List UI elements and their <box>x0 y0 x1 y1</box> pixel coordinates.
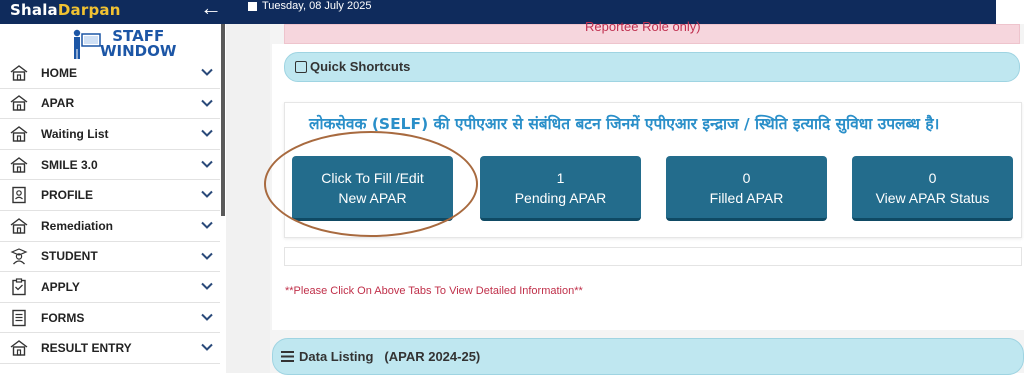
status-label: View APAR Status <box>875 190 990 206</box>
sidebar-item-label: Remediation <box>41 218 114 233</box>
chevron-down-icon[interactable] <box>200 218 214 232</box>
quick-shortcuts-header[interactable]: Quick Shortcuts <box>284 52 1020 82</box>
brand-logo-text[interactable]: ShalaDarpan <box>10 1 121 19</box>
button-line1: Click To Fill /Edit <box>321 170 424 186</box>
student-icon <box>9 246 29 266</box>
status-count: 0 <box>928 170 937 186</box>
brand-part1: Shala <box>10 1 58 19</box>
chevron-down-icon[interactable] <box>200 249 214 263</box>
apar-description-hindi: लोकसेवक (SELF) की एपीएआर से संबंधित बटन … <box>309 115 940 133</box>
notice-strip: Reportee Role only) <box>284 19 1020 44</box>
filled-apar-button[interactable]: 0 Filled APAR <box>666 156 827 221</box>
sidebar-scrollbar[interactable] <box>221 24 225 216</box>
sidebar-item-apply[interactable]: APPLY <box>0 272 220 303</box>
sidebar-item-label: FORMS <box>41 310 85 325</box>
data-listing-subtitle: (APAR 2024-25) <box>384 349 481 364</box>
filled-count: 0 <box>742 170 751 186</box>
content-gutter <box>226 24 270 373</box>
home-icon <box>9 93 29 113</box>
sidebar-item-label: APPLY <box>41 279 80 294</box>
sidebar-item-label: PROFILE <box>41 188 94 203</box>
sidebar-item-home[interactable]: HOME <box>0 58 220 89</box>
top-right-blank <box>996 0 1024 24</box>
staff-window-logo: STAFF WINDOW <box>68 28 176 62</box>
sidebar-item-apar[interactable]: APAR <box>0 89 220 120</box>
top-bar: ShalaDarpan ← Tuesday, 08 July 2025 <box>0 0 1024 24</box>
sidebar-menu: HOME APAR Waiting List SMILE 3.0 PROFILE Reme… <box>0 58 220 364</box>
sidebar-item-remediation[interactable]: Remediation <box>0 211 220 242</box>
staff-figure-icon <box>68 28 102 60</box>
chevron-down-icon[interactable] <box>200 96 214 110</box>
pending-label: Pending APAR <box>514 190 607 206</box>
home-icon <box>9 155 29 175</box>
pending-apar-button[interactable]: 1 Pending APAR <box>480 156 641 221</box>
back-arrow-icon[interactable]: ← <box>200 0 222 19</box>
chevron-down-icon[interactable] <box>200 126 214 140</box>
button-line2: New APAR <box>338 190 407 206</box>
share-icon <box>295 60 307 73</box>
sidebar-item-label: Waiting List <box>41 126 109 141</box>
logo-line2: WINDOW <box>100 42 177 60</box>
data-listing-header[interactable]: Data Listing (APAR 2024-25) <box>272 338 1024 375</box>
filled-label: Filled APAR <box>709 190 784 206</box>
home-icon <box>9 338 29 358</box>
sidebar-item-student[interactable]: STUDENT <box>0 242 220 273</box>
sidebar-item-label: STUDENT <box>41 249 98 264</box>
fill-edit-new-apar-button[interactable]: Click To Fill /Edit New APAR <box>292 156 453 221</box>
chevron-down-icon[interactable] <box>200 157 214 171</box>
clipboard-icon <box>9 277 29 297</box>
sidebar-item-label: RESULT ENTRY <box>41 341 132 356</box>
sidebar-item-label: HOME <box>41 65 77 80</box>
data-listing-title: Data Listing <box>299 349 374 364</box>
chevron-down-icon[interactable] <box>200 279 214 293</box>
sidebar-item-result-entry[interactable]: RESULT ENTRY <box>0 333 220 364</box>
list-icon <box>281 351 294 362</box>
chevron-down-icon[interactable] <box>200 65 214 79</box>
chevron-down-icon[interactable] <box>200 187 214 201</box>
pending-count: 1 <box>556 170 565 186</box>
date-text: Tuesday, 08 July 2025 <box>262 0 372 12</box>
home-icon <box>9 124 29 144</box>
view-apar-status-button[interactable]: 0 View APAR Status <box>852 156 1013 221</box>
sidebar-item-label: SMILE 3.0 <box>41 157 98 172</box>
sidebar-item-smile-3-0[interactable]: SMILE 3.0 <box>0 150 220 181</box>
sidebar-item-profile[interactable]: PROFILE <box>0 180 220 211</box>
home-icon <box>9 63 29 83</box>
profile-card-icon <box>9 185 29 205</box>
home-icon <box>9 216 29 236</box>
sidebar-item-forms[interactable]: FORMS <box>0 303 220 334</box>
form-icon <box>9 308 29 328</box>
sidebar-item-label: APAR <box>41 96 75 111</box>
chevron-down-icon[interactable] <box>200 310 214 324</box>
quick-shortcuts-title: Quick Shortcuts <box>310 59 411 74</box>
details-strip <box>284 247 1022 266</box>
info-note: **Please Click On Above Tabs To View Det… <box>285 285 583 297</box>
chevron-down-icon[interactable] <box>200 340 214 354</box>
date-display: Tuesday, 08 July 2025 <box>248 0 371 12</box>
notice-text: Reportee Role only) <box>585 19 701 34</box>
brand-part2: Darpan <box>57 1 121 19</box>
calendar-icon <box>248 1 257 11</box>
sidebar-item-waiting-list[interactable]: Waiting List <box>0 119 220 150</box>
